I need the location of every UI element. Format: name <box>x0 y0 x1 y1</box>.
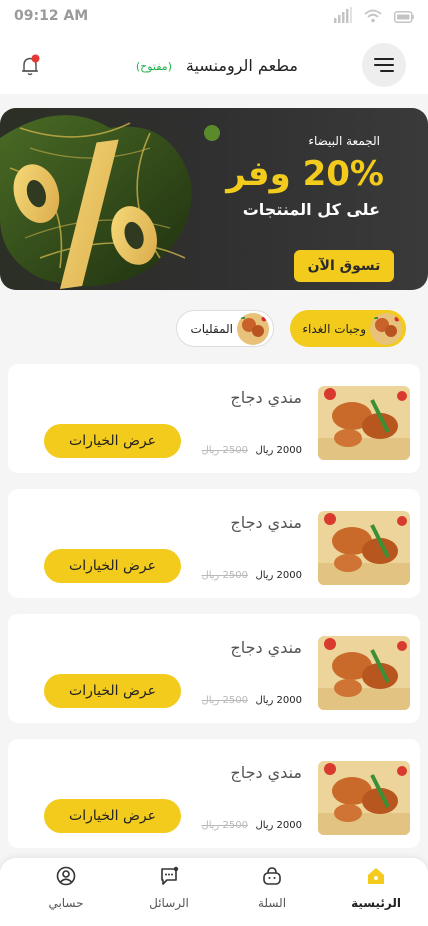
category-chip-lunch[interactable]: وجبات الغداء <box>290 310 406 347</box>
product-price: 2000 ريال <box>255 695 302 706</box>
category-thumbnail <box>370 312 402 345</box>
bell-icon <box>22 54 40 76</box>
promo-banner[interactable]: الجمعة البيضاء 20% وفر على كل المنتجات ت… <box>0 108 428 290</box>
view-options-button[interactable]: عرض الخيارات <box>44 549 181 583</box>
product-image <box>318 386 410 460</box>
nav-item-messages[interactable]: الرسائل <box>134 866 204 910</box>
notifications-button[interactable] <box>19 54 43 82</box>
basket-icon <box>263 867 281 885</box>
bottom-nav: الرئيسية السلة الرسائل حسابي <box>0 858 428 926</box>
category-label: المقليات <box>190 321 233 336</box>
view-options-button[interactable]: عرض الخيارات <box>44 674 181 708</box>
product-old-price: 2500 ريال <box>201 570 248 581</box>
messages-icon <box>161 866 179 885</box>
product-image <box>318 636 410 710</box>
nav-item-profile[interactable]: حسابي <box>31 866 101 910</box>
menu-icon <box>374 58 394 72</box>
profile-icon <box>56 866 76 886</box>
product-image <box>318 511 410 585</box>
view-options-button[interactable]: عرض الخيارات <box>44 799 181 833</box>
view-options-button[interactable]: عرض الخيارات <box>44 424 181 458</box>
discount-artwork <box>0 115 220 289</box>
signal-icon <box>334 7 352 23</box>
banner-subtitle: الجمعة البيضاء <box>308 134 380 148</box>
status-bar: 09:12 AM <box>0 0 428 34</box>
nav-label: الرسائل <box>149 896 189 910</box>
home-icon <box>368 868 384 884</box>
store-status: (مفتوح) <box>135 60 172 73</box>
nav-label: الرئيسية <box>351 896 401 910</box>
category-thumbnail <box>237 312 269 345</box>
nav-label: حسابي <box>48 896 84 910</box>
banner-headline: 20% وفر <box>226 154 384 194</box>
product-name: مندي دجاج <box>230 638 302 657</box>
wifi-icon <box>364 9 382 23</box>
product-name: مندي دجاج <box>230 388 302 407</box>
nav-item-home[interactable]: الرئيسية <box>341 866 411 910</box>
menu-button[interactable] <box>362 43 406 87</box>
nav-item-basket[interactable]: السلة <box>237 866 307 910</box>
product-image <box>318 761 410 835</box>
product-old-price: 2500 ريال <box>201 445 248 456</box>
product-name: مندي دجاج <box>230 513 302 532</box>
product-card[interactable]: مندي دجاج 2000 ريال 2500 ريال عرض الخيار… <box>8 614 420 723</box>
shop-now-button[interactable]: تسوق الآن <box>294 250 394 282</box>
product-price: 2000 ريال <box>255 820 302 831</box>
product-card[interactable]: مندي دجاج 2000 ريال 2500 ريال عرض الخيار… <box>8 364 420 473</box>
product-price: 2000 ريال <box>255 445 302 456</box>
product-old-price: 2500 ريال <box>201 695 248 706</box>
product-price: 2000 ريال <box>255 570 302 581</box>
product-name: مندي دجاج <box>230 763 302 782</box>
product-card[interactable]: مندي دجاج 2000 ريال 2500 ريال عرض الخيار… <box>8 739 420 848</box>
product-old-price: 2500 ريال <box>201 820 248 831</box>
product-card[interactable]: مندي دجاج 2000 ريال 2500 ريال عرض الخيار… <box>8 489 420 598</box>
store-name: مطعم الرومنسية <box>185 56 298 75</box>
app-header: مطعم الرومنسية (مفتوح) <box>0 34 428 94</box>
status-time: 09:12 AM <box>14 8 89 24</box>
status-icons <box>334 7 414 23</box>
category-chip-fried[interactable]: المقليات <box>176 310 274 347</box>
nav-label: السلة <box>257 896 287 910</box>
category-label: وجبات الغداء <box>302 321 366 336</box>
banner-text: على كل المنتجات <box>242 200 380 219</box>
battery-icon <box>394 11 414 23</box>
